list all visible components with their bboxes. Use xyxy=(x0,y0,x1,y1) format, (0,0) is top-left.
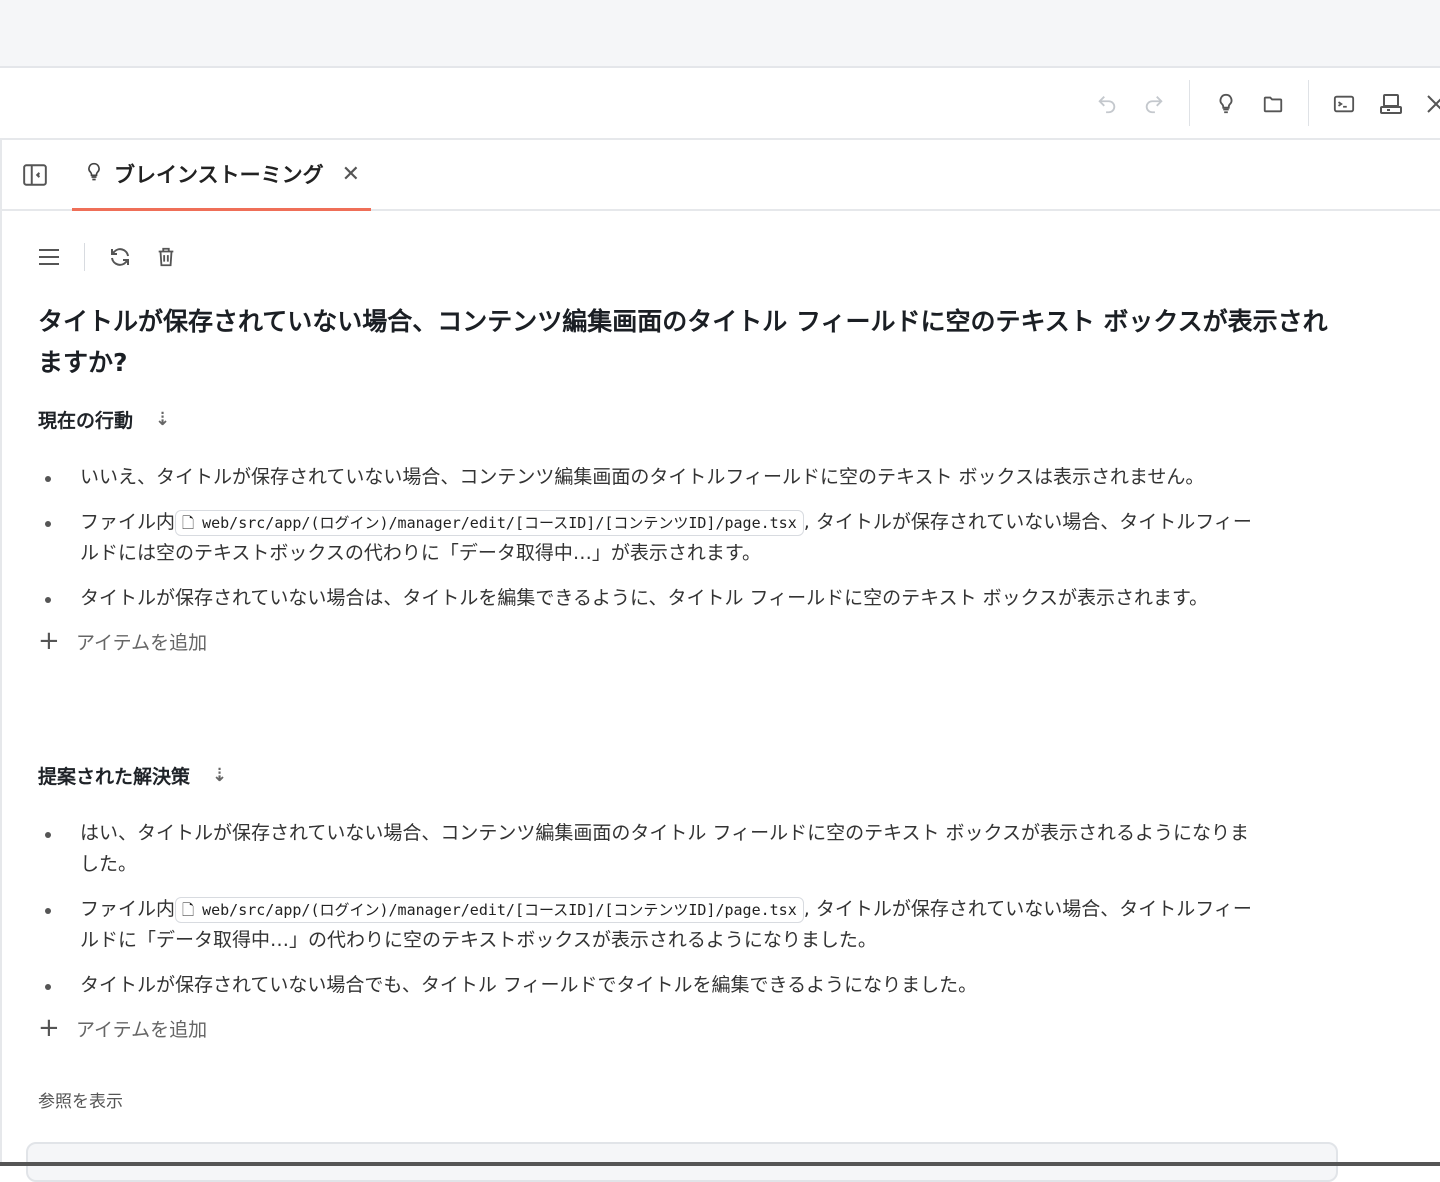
item-prefix: ファイル内 xyxy=(80,511,176,533)
file-path-chip[interactable]: 🗋 web/src/app/(ログイン)/manager/edit/[コースID]… xyxy=(175,897,804,923)
list-item: ファイル内 🗋 web/src/app/(ログイン)/manager/edit/[コ… xyxy=(38,894,1263,956)
computer-icon[interactable] xyxy=(1377,90,1405,118)
refresh-icon[interactable] xyxy=(107,244,133,270)
divider xyxy=(1308,80,1309,126)
file-path: web/src/app/(ログイン)/manager/edit/[コースID]/… xyxy=(202,514,797,532)
terminal-icon[interactable] xyxy=(1330,90,1358,118)
add-item-label: アイテムを追加 xyxy=(76,631,208,654)
redo-icon[interactable] xyxy=(1140,90,1168,118)
close-icon[interactable]: ✕ xyxy=(342,162,360,187)
add-item-button[interactable]: + アイテムを追加 xyxy=(38,626,1298,656)
item-text: タイトルが保存されていない場合でも、タイトル フィールドでタイトルを編集できるよ… xyxy=(80,974,978,996)
proposed-solution-section: 提案された解決策 ⇣ はい、タイトルが保存されていない場合、コンテンツ編集画面のタ… xyxy=(38,760,1298,1044)
section-title: 現在の行動 xyxy=(38,409,134,432)
undo-icon[interactable] xyxy=(1093,90,1121,118)
item-text: はい、タイトルが保存されていない場合、コンテンツ編集画面のタイトル フィールドに… xyxy=(80,822,1249,875)
item-text: いいえ、タイトルが保存されていない場合、コンテンツ編集画面のタイトルフィールドに… xyxy=(80,466,1205,488)
question-heading: タイトルが保存されていない場合、コンテンツ編集画面のタイトル フィールドに空のテ… xyxy=(38,307,1328,377)
plus-icon: + xyxy=(38,1013,60,1043)
lightbulb-icon xyxy=(84,160,104,188)
list-item: はい、タイトルが保存されていない場合、コンテンツ編集画面のタイトル フィールドに… xyxy=(38,818,1263,880)
item-prefix: ファイル内 xyxy=(80,898,176,920)
divider xyxy=(1189,80,1190,126)
brainstorm-panel: タイトルが保存されていない場合、コンテンツ編集画面のタイトル フィールドに空のテ… xyxy=(0,211,1440,1182)
file-path: web/src/app/(ログイン)/manager/edit/[コースID]/… xyxy=(202,901,797,919)
collapse-icon[interactable]: ⇣ xyxy=(155,409,170,430)
collapse-icon[interactable]: ⇣ xyxy=(212,765,227,786)
list-item: タイトルが保存されていない場合は、タイトルを編集できるように、タイトル フィール… xyxy=(38,583,1263,614)
file-icon: 🗋 xyxy=(182,901,195,919)
tab-label: ブレインストーミング xyxy=(114,163,324,187)
tab-bar: ブレインストーミング ✕ xyxy=(0,140,1440,211)
section-title: 提案された解決策 xyxy=(38,765,191,788)
list-item: タイトルが保存されていない場合でも、タイトル フィールドでタイトルを編集できるよ… xyxy=(38,970,1263,1001)
current-behavior-section: 現在の行動 ⇣ いいえ、タイトルが保存されていない場合、コンテンツ編集画面のタイト… xyxy=(38,404,1298,657)
add-item-label: アイテムを追加 xyxy=(76,1018,208,1041)
menu-icon[interactable] xyxy=(36,244,62,270)
file-icon: 🗋 xyxy=(182,514,195,532)
folder-icon[interactable] xyxy=(1259,90,1287,118)
file-path-chip[interactable]: 🗋 web/src/app/(ログイン)/manager/edit/[コースID]… xyxy=(175,510,804,536)
trash-icon[interactable] xyxy=(153,244,179,270)
divider xyxy=(84,243,85,271)
list-item: ファイル内 🗋 web/src/app/(ログイン)/manager/edit/[コ… xyxy=(38,507,1263,569)
window-top-bar xyxy=(0,0,1440,68)
toolbar xyxy=(0,68,1440,140)
list-item: いいえ、タイトルが保存されていない場合、コンテンツ編集画面のタイトルフィールドに… xyxy=(38,462,1263,493)
tab-brainstorming[interactable]: ブレインストーミング ✕ xyxy=(72,140,371,211)
plus-icon: + xyxy=(38,626,60,656)
item-text: タイトルが保存されていない場合は、タイトルを編集できるように、タイトル フィール… xyxy=(80,587,1209,609)
sidebar-toggle-icon[interactable] xyxy=(22,162,48,192)
add-item-button[interactable]: + アイテムを追加 xyxy=(38,1013,1298,1043)
show-references-link[interactable]: 参照を表示 xyxy=(38,1087,123,1112)
lightbulb-icon[interactable] xyxy=(1212,90,1240,118)
bottom-edge xyxy=(0,1162,1440,1166)
tools-icon[interactable] xyxy=(1422,90,1440,118)
